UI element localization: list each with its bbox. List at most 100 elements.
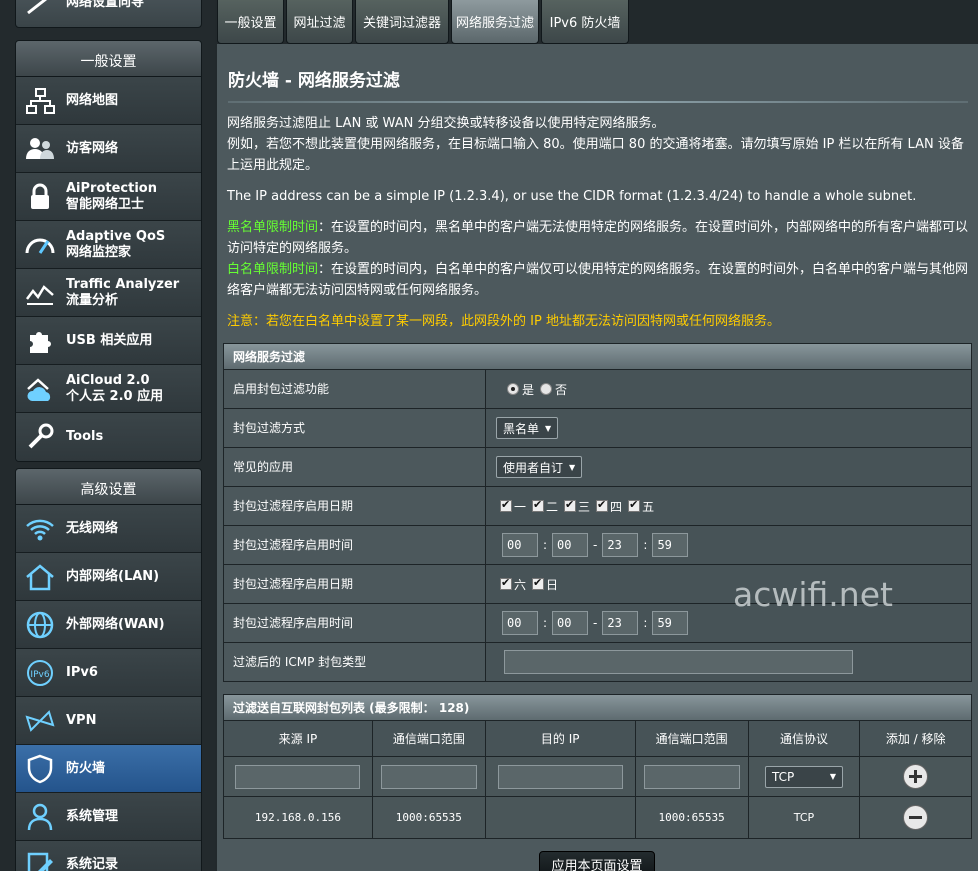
day-checkbox[interactable] [532,576,545,590]
sidebar-item-wireless[interactable]: 无线网络 [16,505,201,553]
table-row: 192.168.0.156 1000:65535 1000:65535 TCP [223,796,972,839]
day-fri[interactable]: 五 [628,498,654,515]
row-dest-port: 1000:65535 [634,796,749,839]
day-checkbox[interactable] [500,576,512,590]
sidebar-item-usb-apps[interactable]: USB 相关应用 [16,317,201,365]
sidebar-item-firewall[interactable]: 防火墙 [16,745,201,793]
sidebar-item-label: Adaptive QoS [66,229,166,244]
apply-button[interactable]: 应用本页面设置 [539,851,655,871]
add-rule-button[interactable] [903,764,929,789]
sidebar-item-label: USB 相关应用 [66,333,153,348]
tab-network-service-filter[interactable]: 网络服务过滤 [451,0,539,44]
sidebar-item-sublabel: 网络监控家 [66,245,132,260]
day-wed[interactable]: 三 [564,498,590,515]
source-ip-input[interactable] [235,764,361,789]
sidebar-item-label: 无线网络 [66,521,119,536]
enable-no-radio[interactable] [540,383,553,395]
tab-url-filter[interactable]: 网址过滤 [286,0,353,44]
filter-list-table: 来源 IP 通信端口范围 目的 IP 通信端口范围 通信协议 添加 / 移除 T… [223,720,972,839]
general-settings-menu: 一般设置 网络地图 访客网络 AiProtection 智能网络卫士 Adapti… [15,40,202,462]
sidebar-item-administration[interactable]: 系统管理 [16,793,201,841]
col-add-remove: 添加 / 移除 [859,720,972,757]
weekend-start-hour-input[interactable]: 00 [502,611,538,635]
log-pencil-icon [27,852,53,871]
day-checkbox[interactable] [532,498,545,512]
sidebar-item-sublabel: 智能网络卫士 [66,197,145,212]
sidebar-item-label: VPN [66,713,97,728]
chevron-down-icon: ▼ [569,462,576,472]
weekday-start-minute-input[interactable]: 00 [552,533,589,557]
sidebar-item-label: IPv6 [66,665,98,680]
day-sat[interactable]: 六 [500,576,526,593]
sidebar-item-traffic-analyzer[interactable]: Traffic Analyzer 流量分析 [16,269,201,317]
blacklist-label: 黑名单限制时间 [227,220,319,235]
puzzle-icon [30,332,51,353]
sidebar-item-adaptive-qos[interactable]: Adaptive QoS 网络监控家 [16,221,201,269]
tab-general[interactable]: 一般设置 [217,0,284,44]
sidebar-item-guest-network[interactable]: 访客网络 [16,125,201,173]
row-source-port: 1000:65535 [371,796,486,839]
weekend-start-minute-input[interactable]: 00 [552,611,589,635]
row-dest-ip [484,796,636,839]
day-sun[interactable]: 日 [532,576,558,593]
day-label: 六 [514,577,527,592]
sidebar-item-label: Traffic Analyzer [66,277,180,292]
svg-text:IPv6: IPv6 [30,670,49,680]
advanced-settings-header: 高级设置 [16,469,201,505]
tab-ipv6-firewall[interactable]: IPv6 防火墙 [541,0,629,44]
shield-icon [27,754,53,784]
source-port-input[interactable] [380,764,477,789]
protocol-select[interactable]: TCP ▼ [764,765,843,788]
sidebar-item-aicloud[interactable]: AiCloud 2.0 个人云 2.0 应用 [16,365,201,413]
row-protocol: TCP [747,796,861,839]
day-thu[interactable]: 四 [596,498,622,515]
description-block: 网络服务过滤阻止 LAN 或 WAN 分组交换或转移设备以使用特定网络服务。 例… [227,113,972,176]
enable-yes-radio[interactable] [507,383,519,395]
filter-method-value: 黑名单 [503,421,540,436]
day-tue[interactable]: 二 [532,498,558,515]
sidebar-item-wan[interactable]: 外部网络(WAN) [16,601,201,649]
vpn-icon [25,710,55,732]
dest-ip-input[interactable] [497,764,623,789]
ipv6-icon: IPv6 [27,660,53,686]
quick-setup-label: 网络设置向导 [66,0,145,10]
col-dest-ip: 目的 IP [484,720,636,757]
col-protocol: 通信协议 [747,720,861,757]
weekday-start-hour-input[interactable]: 00 [502,533,538,557]
blacklist-description: 黑名单限制时间：在设置的时间内，黑名单中的客户端无法使用特定的网络服务。在设置时… [227,217,972,259]
weekend-end-minute-input[interactable]: 59 [652,611,689,635]
sidebar-item-lan[interactable]: 内部网络(LAN) [16,553,201,601]
title-divider [228,101,968,103]
day-label: 三 [578,499,591,514]
sidebar-item-ipv6[interactable]: IPv6 IPv6 [16,649,201,697]
common-apps-select[interactable]: 使用者自订 ▼ [496,456,583,478]
sidebar-item-aiprotection[interactable]: AiProtection 智能网络卫士 [16,173,201,221]
sidebar-item-label: 内部网络(LAN) [66,569,160,584]
protocol-value: TCP [771,769,795,784]
weekday-end-hour-input[interactable]: 23 [602,533,639,557]
day-checkbox[interactable] [500,498,512,512]
advanced-settings-menu: 高级设置 无线网络 内部网络(LAN) 外部网络(WAN) IPv6 IPv6 … [15,468,202,871]
quick-setup-button[interactable]: 网络设置向导 [15,0,202,28]
day-checkbox[interactable] [628,498,641,512]
filter-method-select[interactable]: 黑名单 ▼ [496,417,559,439]
admin-user-icon [27,803,53,831]
dest-port-input[interactable] [643,764,740,789]
chevron-down-icon: ▼ [829,772,836,781]
day-checkbox[interactable] [564,498,577,512]
sidebar-item-network-map[interactable]: 网络地图 [16,77,201,125]
sidebar-item-label: 网络地图 [66,93,119,108]
sidebar-item-tools[interactable]: Tools [16,413,201,461]
tab-keyword-filter[interactable]: 关键词过滤器 [355,0,449,44]
weekday-end-minute-input[interactable]: 59 [652,533,689,557]
sidebar-item-label: 系统管理 [66,809,119,824]
weekend-end-hour-input[interactable]: 23 [602,611,639,635]
remove-rule-button[interactable] [903,805,929,830]
day-mon[interactable]: 一 [500,498,526,515]
icmp-type-input[interactable] [504,650,853,674]
sidebar-item-system-log[interactable]: 系统记录 [16,841,201,871]
day-checkbox[interactable] [596,498,609,512]
sidebar-item-vpn[interactable]: VPN [16,697,201,745]
sidebar-item-label: 系统记录 [66,857,119,871]
common-apps-value: 使用者自订 [503,460,564,475]
